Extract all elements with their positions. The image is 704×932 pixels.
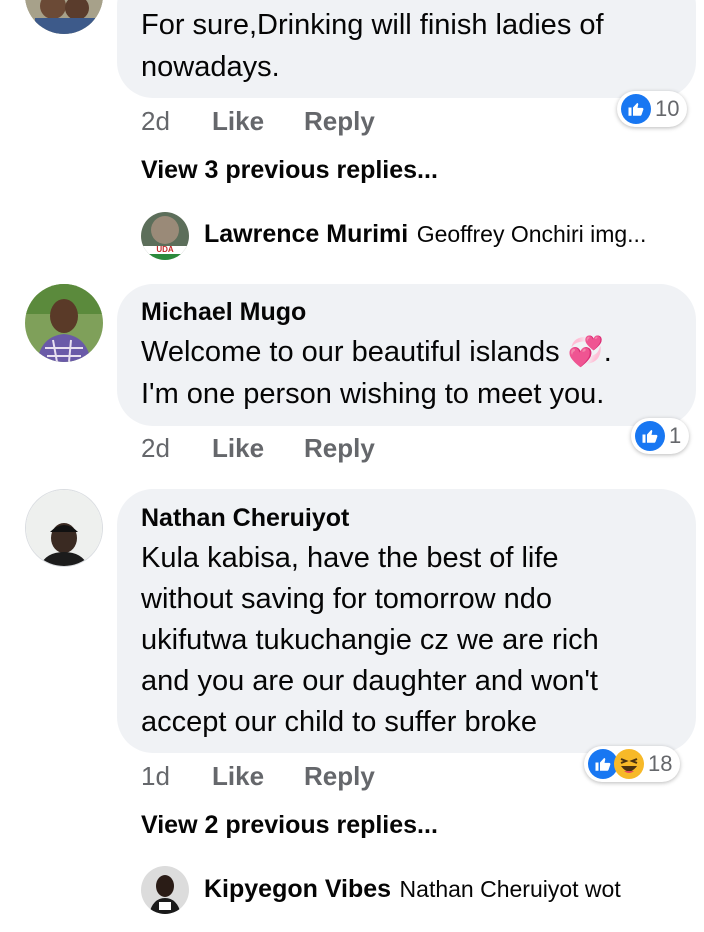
reply-button[interactable]: Reply [304, 761, 375, 792]
reply-preview[interactable]: Kipyegon Vibes Nathan Cheruiyot wot [204, 875, 621, 904]
reaction-summary[interactable]: 18 [584, 746, 681, 782]
like-button[interactable]: Like [212, 106, 264, 137]
like-reaction-icon [621, 94, 651, 124]
reply-snippet: Geoffrey Onchiri img... [416, 221, 647, 247]
avatar[interactable] [25, 489, 103, 567]
avatar[interactable]: UDA [141, 212, 189, 260]
avatar[interactable] [25, 284, 103, 362]
comment-text: accept our child to suffer broke [141, 706, 538, 738]
comment-text: ukifutwa tukuchangie cz we are rich [141, 624, 599, 656]
comment-text: Welcome to our beautiful islands 💞. [141, 336, 612, 368]
reaction-count: 1 [669, 423, 682, 448]
comment-text: and you are our daughter and won't [141, 665, 598, 697]
comment-text: I'm one person wishing to meet you. [141, 378, 605, 410]
like-reaction-icon [635, 421, 665, 451]
reply-button[interactable]: Reply [304, 433, 375, 464]
reply-author[interactable]: Lawrence Murimi [204, 220, 408, 248]
comment-text: nowadays. [141, 51, 280, 83]
reaction-count: 10 [655, 96, 680, 121]
reaction-summary[interactable]: 10 [617, 91, 688, 127]
view-previous-replies[interactable]: View 3 previous replies... [141, 156, 438, 185]
comment-time[interactable]: 2d [141, 433, 170, 464]
reply-button[interactable]: Reply [304, 106, 375, 137]
comment-time[interactable]: 1d [141, 761, 170, 792]
comment-author[interactable]: Nathan Cheruiyot [141, 504, 349, 533]
haha-reaction-icon [614, 749, 644, 779]
like-button[interactable]: Like [212, 433, 264, 464]
avatar[interactable] [25, 0, 103, 34]
reaction-summary[interactable]: 1 [631, 418, 690, 454]
reaction-count: 18 [648, 751, 673, 776]
svg-text:UDA: UDA [156, 245, 174, 254]
comment-text: Kula kabisa, have the best of life [141, 542, 559, 574]
reply-preview[interactable]: Lawrence Murimi Geoffrey Onchiri img... [204, 220, 646, 249]
comment-author[interactable]: Michael Mugo [141, 298, 306, 327]
view-previous-replies[interactable]: View 2 previous replies... [141, 811, 438, 840]
comment-text: For sure,Drinking will finish ladies of [141, 9, 604, 41]
comment-time[interactable]: 2d [141, 106, 170, 137]
avatar[interactable] [141, 866, 189, 914]
comment-text: without saving for tomorrow ndo [141, 583, 553, 615]
like-button[interactable]: Like [212, 761, 264, 792]
reply-snippet: Nathan Cheruiyot wot [399, 876, 621, 902]
reply-author[interactable]: Kipyegon Vibes [204, 875, 391, 903]
